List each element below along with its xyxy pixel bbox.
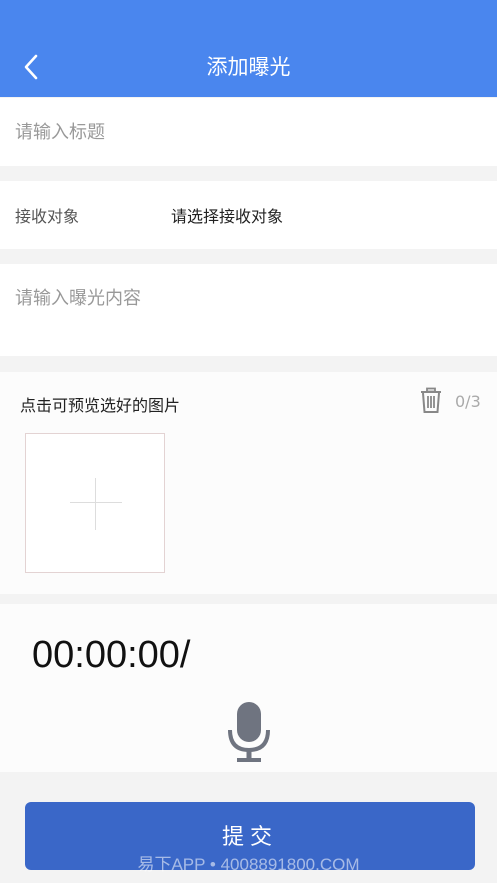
- app-header: 添加曝光: [0, 0, 497, 97]
- recording-timer: 00:00:00/: [32, 634, 191, 676]
- photo-hint-label: 点击可预览选好的图片: [20, 396, 181, 415]
- page-title: 添加曝光: [206, 55, 291, 79]
- record-button[interactable]: [226, 700, 272, 764]
- plus-icon: [70, 502, 122, 503]
- photo-section: 点击可预览选好的图片 0/3: [0, 372, 497, 594]
- photo-count: 0/3: [455, 392, 481, 411]
- audio-section: 00:00:00/: [0, 604, 497, 772]
- title-input[interactable]: [15, 116, 475, 148]
- delete-photo-button[interactable]: [419, 387, 443, 415]
- add-photo-button[interactable]: [25, 433, 165, 573]
- microphone-icon: [228, 702, 270, 762]
- title-row: [0, 98, 497, 166]
- recipient-label: 接收对象: [15, 207, 80, 226]
- plus-icon-vertical: [95, 478, 96, 530]
- content-input[interactable]: [15, 284, 475, 344]
- recipient-selector[interactable]: 请选择接收对象: [171, 203, 283, 227]
- trash-icon: [421, 387, 441, 413]
- content-row: [0, 264, 497, 356]
- recipient-row[interactable]: 接收对象 请选择接收对象: [0, 181, 497, 249]
- watermark-text: 易下APP • 4008891800.COM: [137, 855, 360, 874]
